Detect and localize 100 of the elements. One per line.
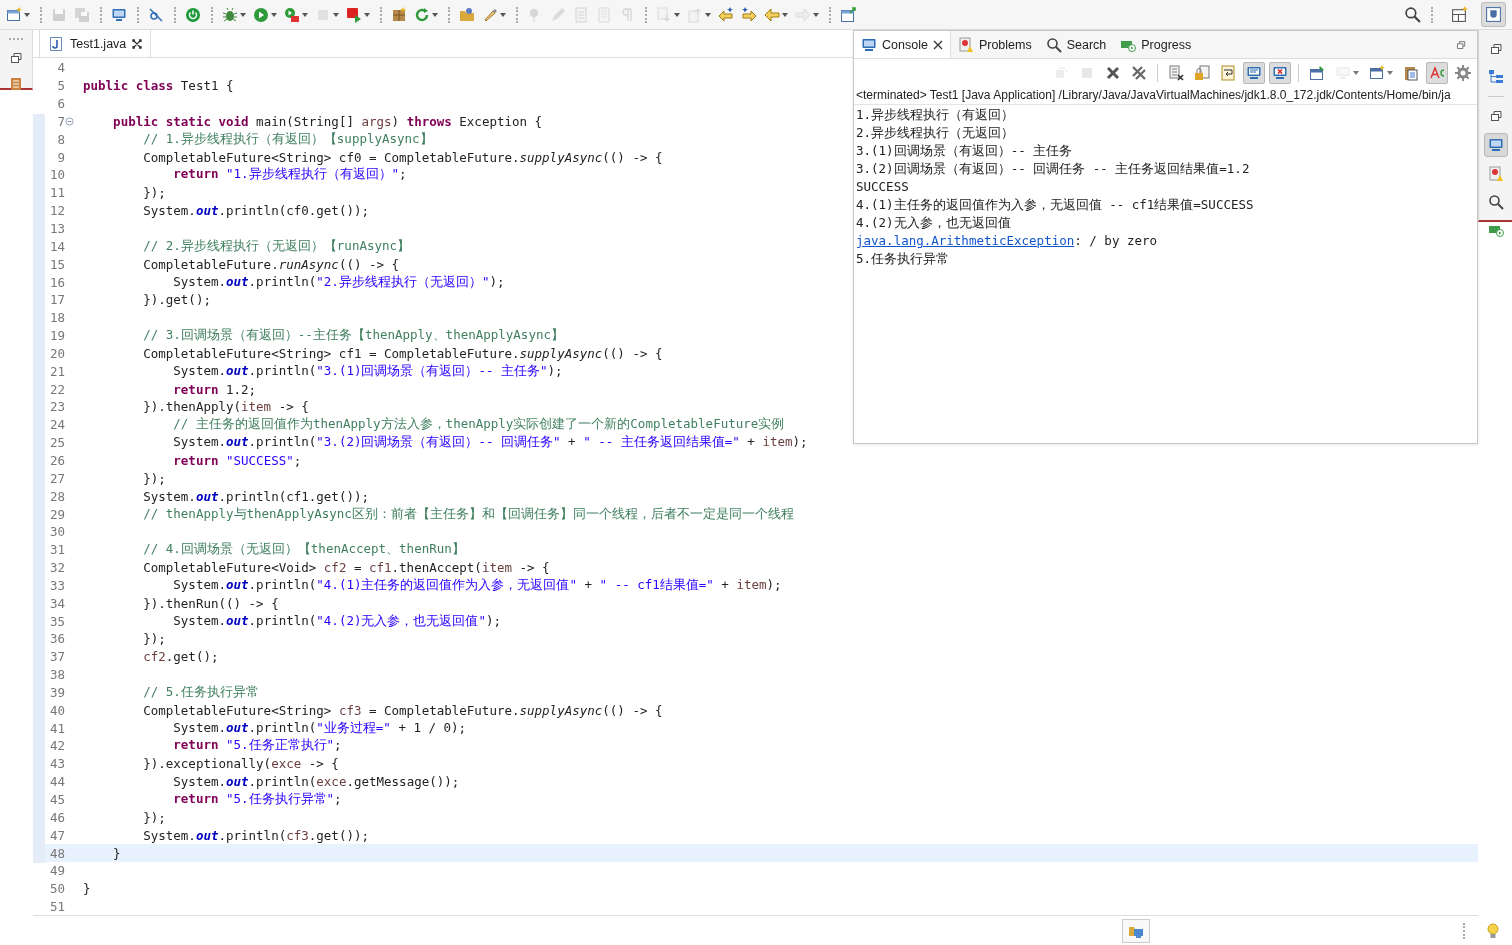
brush-icon[interactable] [482, 6, 498, 23]
search-icon [1487, 194, 1504, 210]
arrow-left-icon[interactable] [718, 6, 734, 23]
problems-icon [1487, 166, 1504, 182]
code-line: System.out.println("4.(1)主任务的返回值作为入参，无返回值" + " -- cf1结果值=" + item); [172, 576, 782, 594]
java-perspective-button[interactable] [1481, 2, 1506, 27]
code-line: System.out.println("3.(2)回调场景（有返回）-- 回调任务" + " -- 主任务返回结果值=" + item); [172, 434, 808, 452]
document-cross-icon [1168, 64, 1184, 81]
package-explorer-icon[interactable] [8, 76, 24, 92]
console-error-button[interactable] [1269, 61, 1291, 84]
caret-icon[interactable] [302, 12, 308, 17]
line-number: 38 [48, 667, 65, 683]
caret-icon[interactable] [500, 12, 506, 17]
line-number: 9 [56, 149, 65, 165]
line-number: 33 [48, 577, 65, 593]
arrow-right-icon[interactable] [741, 6, 757, 23]
package-icon[interactable] [391, 6, 407, 23]
line-number: 5 [56, 78, 65, 94]
folder-icon[interactable] [459, 6, 475, 23]
pinned-window-icon [1309, 64, 1325, 81]
line-number: 39 [48, 684, 65, 700]
code-line: cf2.get(); [142, 649, 219, 665]
code-line: } [82, 881, 91, 897]
console-line: java.lang.ArithmeticException: / by zero [856, 232, 1159, 250]
restore-icon[interactable] [8, 50, 24, 66]
text-color-button[interactable] [1426, 61, 1448, 84]
caret-icon[interactable] [240, 12, 246, 17]
line-number: 34 [48, 595, 65, 611]
console-line: 1.异步线程执行（有返回） [856, 106, 1016, 124]
caret-icon[interactable] [364, 12, 370, 17]
code-line: CompletableFuture<String> cf3 = CompletableFuture.supplyAsync(() -> { [142, 702, 663, 718]
line-number: 42 [48, 738, 65, 754]
line-number: 17 [48, 292, 65, 308]
code-line: // 5.任务执行异常 [142, 683, 259, 701]
console-line: 3.(2)回调场景（有返回）-- 回调任务 -- 主任务返回结果值=1.2 [856, 160, 1251, 178]
line-number: 29 [48, 506, 65, 522]
folder-monitor-button[interactable] [1122, 918, 1150, 943]
console-message-icon [1246, 64, 1262, 81]
line-number: 51 [48, 899, 65, 915]
play-toolbox-icon[interactable] [284, 6, 300, 23]
code-line: }); [142, 631, 166, 647]
line-number: 22 [48, 381, 65, 397]
line-number: 28 [48, 488, 65, 504]
view-tab[interactable]: Search [1038, 31, 1114, 58]
cross-icon [1105, 64, 1121, 81]
caret-icon[interactable] [24, 12, 30, 17]
line-number: 40 [48, 702, 65, 718]
code-line: // 1.异步线程执行（有返回）【supplyAsync】 [142, 130, 433, 148]
line-number: 30 [48, 524, 65, 540]
console-icon [1487, 137, 1504, 153]
close-icon[interactable] [132, 38, 143, 49]
line-number: 7 [56, 113, 65, 129]
code-line: }).get(); [142, 292, 211, 308]
monitor-icon[interactable] [111, 6, 127, 23]
view-tab[interactable]: Problems [950, 31, 1039, 58]
double-cross-icon [1131, 64, 1147, 81]
code-line: System.out.println("4.(2)无入参，也无返回值"); [172, 612, 502, 630]
editor-tab[interactable]: Test1.java [39, 30, 152, 57]
code-line: CompletableFuture.runAsync(() -> { [142, 256, 400, 272]
clipboard-icon [1403, 64, 1419, 81]
crossed-link-icon[interactable] [148, 6, 164, 23]
bug-icon[interactable] [222, 6, 238, 23]
refresh-icon[interactable] [414, 6, 430, 23]
caret-icon[interactable] [271, 12, 277, 17]
line-number: 10 [48, 167, 65, 183]
line-number: 36 [48, 631, 65, 647]
line-number: 11 [48, 185, 65, 201]
code-line: } [112, 845, 121, 861]
line-number: 31 [48, 542, 65, 558]
line-number: 4 [56, 60, 65, 76]
code-line: // 2.异步线程执行（无返回）【runAsync】 [142, 237, 411, 255]
arrow-left-icon[interactable] [764, 6, 780, 23]
console-error-icon [1272, 64, 1288, 81]
console-button[interactable] [1483, 133, 1508, 157]
power-icon[interactable] [185, 6, 201, 23]
line-number: 41 [48, 720, 65, 736]
fold-icon[interactable] [65, 116, 74, 126]
exception-link[interactable]: java.lang.ArithmeticException [856, 233, 1075, 248]
line-number: 27 [48, 470, 65, 486]
code-line: // 主任务的返回值作为thenApply方法入参，thenApply实际创建了一个新的CompletableFuture实例 [172, 416, 785, 434]
line-number: 25 [48, 435, 65, 451]
new-window-icon[interactable] [6, 6, 22, 23]
play-icon[interactable] [253, 6, 269, 23]
view-tab[interactable]: Progress [1113, 31, 1199, 58]
restore-icon[interactable] [1455, 38, 1467, 51]
view-tab[interactable]: Console [854, 31, 951, 58]
square-play-icon[interactable] [346, 6, 362, 23]
code-line: CompletableFuture<String> cf0 = CompletableFuture.supplyAsync(() -> { [142, 149, 663, 165]
caret-icon[interactable] [432, 12, 438, 17]
code-line: return "5.任务正常执行"; [172, 737, 342, 755]
console-message-button[interactable] [1243, 61, 1265, 84]
line-number: 32 [48, 560, 65, 576]
code-line: }); [142, 470, 166, 486]
line-number: 20 [48, 345, 65, 361]
console-line: 4.(1)主任务的返回值作为入参，无返回值 -- cf1结果值=SUCCESS [856, 196, 1255, 214]
caret-icon[interactable] [1387, 70, 1393, 75]
close-icon[interactable] [932, 39, 943, 50]
code-line: public class Test1 { [82, 78, 234, 94]
caret-icon[interactable] [782, 12, 788, 17]
code-line: }); [142, 809, 166, 825]
